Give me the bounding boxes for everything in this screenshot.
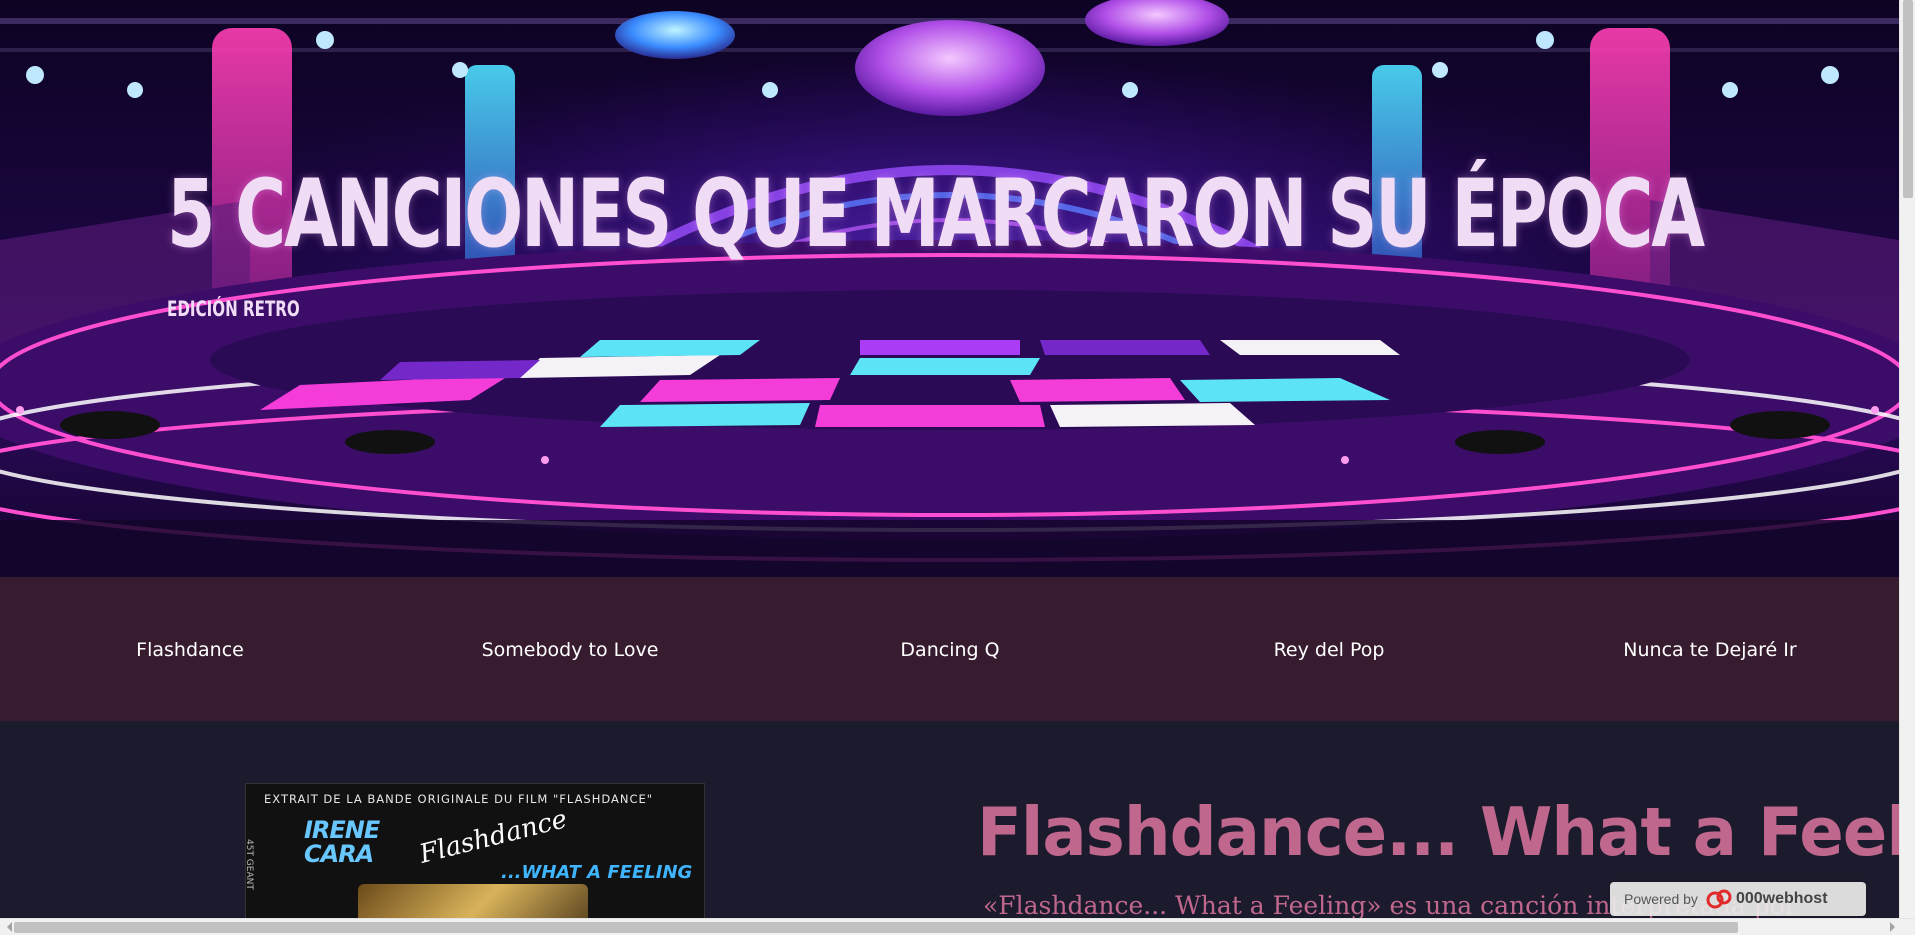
scroll-left-arrow-icon[interactable]	[2, 922, 12, 932]
main-nav: Flashdance Somebody to Love Dancing Q Re…	[0, 577, 1899, 721]
cover-film-logo: Flashdance	[416, 804, 571, 870]
page-subtitle: EDICIÓN RETRO	[167, 297, 300, 321]
vertical-scroll-thumb[interactable]	[1903, 0, 1913, 198]
cover-photo	[358, 884, 588, 918]
nav-item-dancing-q[interactable]: Dancing Q	[900, 639, 999, 661]
horizontal-scrollbar[interactable]	[0, 918, 1915, 935]
cover-song-title: ...WHAT A FEELING	[501, 862, 693, 883]
horizontal-scroll-thumb[interactable]	[14, 922, 1738, 933]
hero-banner: 5 CANCIONES QUE MARCARON SU ÉPOCA EDICIÓ…	[0, 0, 1899, 577]
cover-strip-text: EXTRAIT DE LA BANDE ORIGINALE DU FILM "F…	[264, 792, 654, 806]
cover-artist-line2: CARA	[304, 840, 374, 868]
nav-item-flashdance[interactable]: Flashdance	[136, 639, 244, 661]
disco-stage-image	[0, 0, 1899, 577]
scroll-right-arrow-icon[interactable]	[1890, 922, 1900, 932]
badge-brand: 000webhost	[1735, 890, 1828, 907]
nav-item-rey-del-pop[interactable]: Rey del Pop	[1274, 639, 1385, 661]
nav-item-somebody-to-love[interactable]: Somebody to Love	[482, 639, 659, 661]
article-title: Flashdance... What a Feeling	[977, 793, 1899, 871]
nav-item-nunca-te-dejare-ir[interactable]: Nunca te Dejaré Ir	[1623, 639, 1796, 661]
cover-side-text: 45T GEANT	[245, 839, 254, 890]
album-cover: EXTRAIT DE LA BANDE ORIGINALE DU FILM "F…	[245, 783, 705, 918]
webhost-logo-icon	[1706, 889, 1732, 909]
vertical-scrollbar[interactable]	[1899, 0, 1915, 918]
page-title: 5 CANCIONES QUE MARCARON SU ÉPOCA	[167, 160, 1705, 269]
cover-artist: IRENE CARA	[304, 818, 380, 868]
badge-label: Powered by	[1624, 891, 1698, 907]
powered-by-badge[interactable]: Powered by 000webhost	[1610, 882, 1866, 916]
